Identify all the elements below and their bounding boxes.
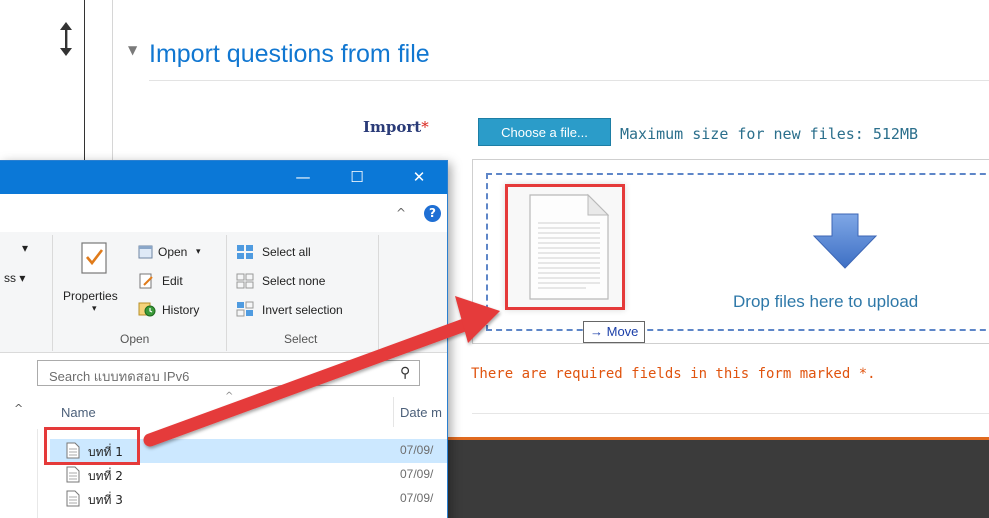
select-none-icon xyxy=(236,273,254,289)
import-label-text: Import xyxy=(363,118,422,136)
history-button[interactable]: History xyxy=(162,303,199,317)
collapse-ribbon-icon[interactable]: ^ xyxy=(396,206,406,220)
download-arrow-icon xyxy=(812,213,878,269)
edit-icon xyxy=(139,273,153,289)
required-fields-notice: There are required fields in this form m… xyxy=(471,366,876,382)
explorer-title-bar[interactable] xyxy=(0,161,447,194)
section-title[interactable]: Import questions from file xyxy=(149,40,430,69)
ribbon-group-select-label: Select xyxy=(284,332,318,346)
open-button[interactable]: Open xyxy=(158,245,187,259)
text-file-icon xyxy=(66,466,80,483)
max-file-size-text: Maximum size for new files: 512MB xyxy=(620,125,919,143)
drag-move-tooltip: → Move xyxy=(583,321,646,343)
column-header-name[interactable]: Name xyxy=(61,405,96,420)
import-field-label: Import* xyxy=(363,118,429,136)
edit-button[interactable]: Edit xyxy=(162,274,183,288)
ribbon-group-separator xyxy=(226,235,227,351)
file-date: 07/09/ xyxy=(400,467,434,481)
page-footer xyxy=(440,440,989,518)
file-date: 07/09/ xyxy=(400,491,434,505)
invert-selection-button[interactable]: Invert selection xyxy=(262,303,343,317)
document-thumbnail-icon xyxy=(529,193,610,300)
search-icon[interactable]: ⚲ xyxy=(400,365,410,381)
ribbon-partial-access[interactable]: ss ▾ xyxy=(4,271,25,285)
dragged-file-preview xyxy=(505,184,625,310)
required-asterisk: * xyxy=(421,118,429,136)
select-all-button[interactable]: Select all xyxy=(262,245,311,259)
properties-caret[interactable]: ▾ xyxy=(92,303,97,314)
move-updown-icon[interactable] xyxy=(58,22,74,56)
properties-button[interactable]: Properties xyxy=(63,289,118,303)
move-arrow-icon: → xyxy=(590,324,603,339)
column-header-date[interactable]: Date m xyxy=(400,405,442,420)
text-file-icon xyxy=(66,490,80,507)
ribbon-group-open-label: Open xyxy=(120,332,150,346)
minimize-button[interactable]: — xyxy=(280,161,326,194)
file-name: บทที่ 2 xyxy=(88,469,123,483)
annotation-highlight-box xyxy=(44,427,140,465)
search-placeholder: Search แบบทดสอบ IPv6 xyxy=(49,369,190,384)
history-icon xyxy=(138,302,156,317)
select-none-button[interactable]: Select none xyxy=(262,274,325,288)
file-name: บทที่ 3 xyxy=(88,493,123,507)
section-divider xyxy=(149,80,989,81)
screenshot-stage: ▼ Import questions from file Import* Cho… xyxy=(0,0,989,518)
invert-selection-icon xyxy=(236,301,254,317)
form-footer-divider xyxy=(472,413,989,414)
move-label: Move xyxy=(606,324,639,339)
file-date: 07/09/ xyxy=(400,443,434,457)
ribbon-group-separator xyxy=(378,235,379,351)
ribbon-partial-caret[interactable]: ▾ xyxy=(22,241,28,255)
maximize-button[interactable]: ☐ xyxy=(334,161,380,194)
scroll-up-arrow-icon[interactable]: ^ xyxy=(14,402,23,415)
close-button[interactable]: ✕ xyxy=(396,161,442,194)
select-all-icon xyxy=(237,245,253,259)
drop-files-text: Drop files here to upload xyxy=(733,292,919,311)
open-icon xyxy=(138,245,153,259)
column-header-row xyxy=(37,391,447,429)
ribbon-tabs-bar xyxy=(0,194,447,233)
open-caret[interactable]: ▾ xyxy=(196,246,201,257)
help-icon[interactable]: ? xyxy=(424,205,441,222)
ribbon-group-separator xyxy=(52,235,53,351)
file-row[interactable]: บทที่ 2 07/09/ xyxy=(50,463,447,487)
collapse-triangle-icon[interactable]: ▼ xyxy=(128,43,137,57)
column-header-separator[interactable] xyxy=(393,397,394,427)
sort-ascending-icon: ^ xyxy=(225,391,234,402)
properties-icon xyxy=(81,242,107,274)
file-row[interactable]: บทที่ 3 07/09/ xyxy=(50,487,447,511)
choose-file-button[interactable]: Choose a file... xyxy=(478,118,611,146)
